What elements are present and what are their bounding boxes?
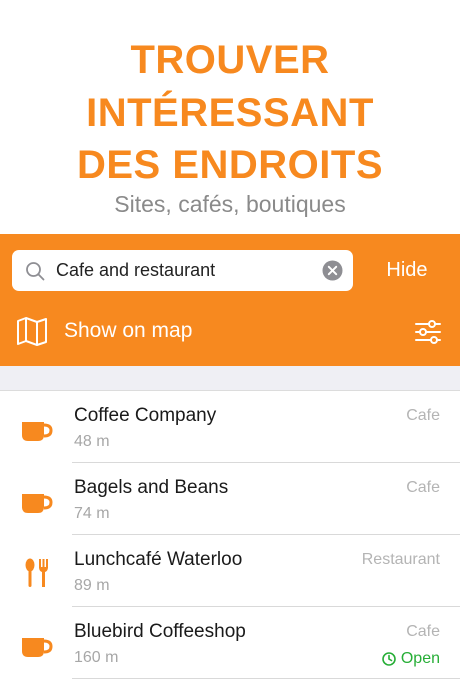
place-name: Bluebird Coffeeshop (74, 621, 246, 642)
place-category: Restaurant (361, 551, 440, 568)
open-status-badge: Open (382, 648, 440, 670)
list-item[interactable]: Bagels and Beans 74 m Cafe (0, 463, 460, 535)
cutlery-icon (25, 558, 48, 587)
place-category: Cafe (406, 479, 440, 496)
place-distance: 74 m (74, 505, 110, 522)
headline-line-1: TROUVER (130, 38, 330, 82)
coffee-cup-icon (22, 494, 53, 513)
coffee-cup-icon (22, 638, 53, 657)
hero-subtitle: Sites, cafés, boutiques (114, 191, 346, 217)
clear-search-icon[interactable] (322, 260, 343, 281)
place-distance: 89 m (74, 577, 110, 594)
search-input[interactable]: Cafe and restaurant (12, 250, 353, 291)
places-list: Coffee Company 48 m Cafe Bagels and Bean… (0, 391, 460, 679)
place-name: Coffee Company (74, 405, 217, 426)
list-item[interactable]: Lunchcafé Waterloo 89 m Restaurant (0, 535, 460, 607)
list-item[interactable]: Coffee Company 48 m Cafe (0, 391, 460, 463)
place-distance: 160 m (74, 649, 119, 666)
place-category: Cafe (406, 407, 440, 424)
place-name: Bagels and Beans (74, 477, 229, 498)
list-item[interactable]: Bluebird Coffeeshop 160 m Cafe Open (0, 607, 460, 679)
headline-line-2: INTÉRESSANT (86, 91, 374, 135)
open-status-label: Open (400, 650, 440, 667)
hide-button[interactable]: Hide (372, 250, 442, 291)
place-name: Lunchcafé Waterloo (74, 549, 243, 570)
clock-icon (382, 652, 396, 666)
search-panel: Cafe and restaurant Hide Show on map (0, 234, 460, 366)
place-distance: 48 m (74, 433, 110, 450)
search-input-value[interactable]: Cafe and restaurant (56, 250, 215, 291)
section-separator (0, 366, 460, 391)
row-divider (72, 678, 460, 679)
show-on-map-button[interactable]: Show on map (64, 314, 192, 348)
hero-section: TROUVER INTÉRESSANT DES ENDROITS Sites, … (0, 0, 460, 234)
headline-line-3: DES ENDROITS (76, 143, 384, 187)
map-icon[interactable] (16, 316, 48, 346)
filter-settings-icon[interactable] (414, 320, 442, 344)
coffee-cup-icon (22, 422, 53, 441)
search-icon (26, 262, 45, 281)
place-category: Cafe (406, 623, 440, 640)
